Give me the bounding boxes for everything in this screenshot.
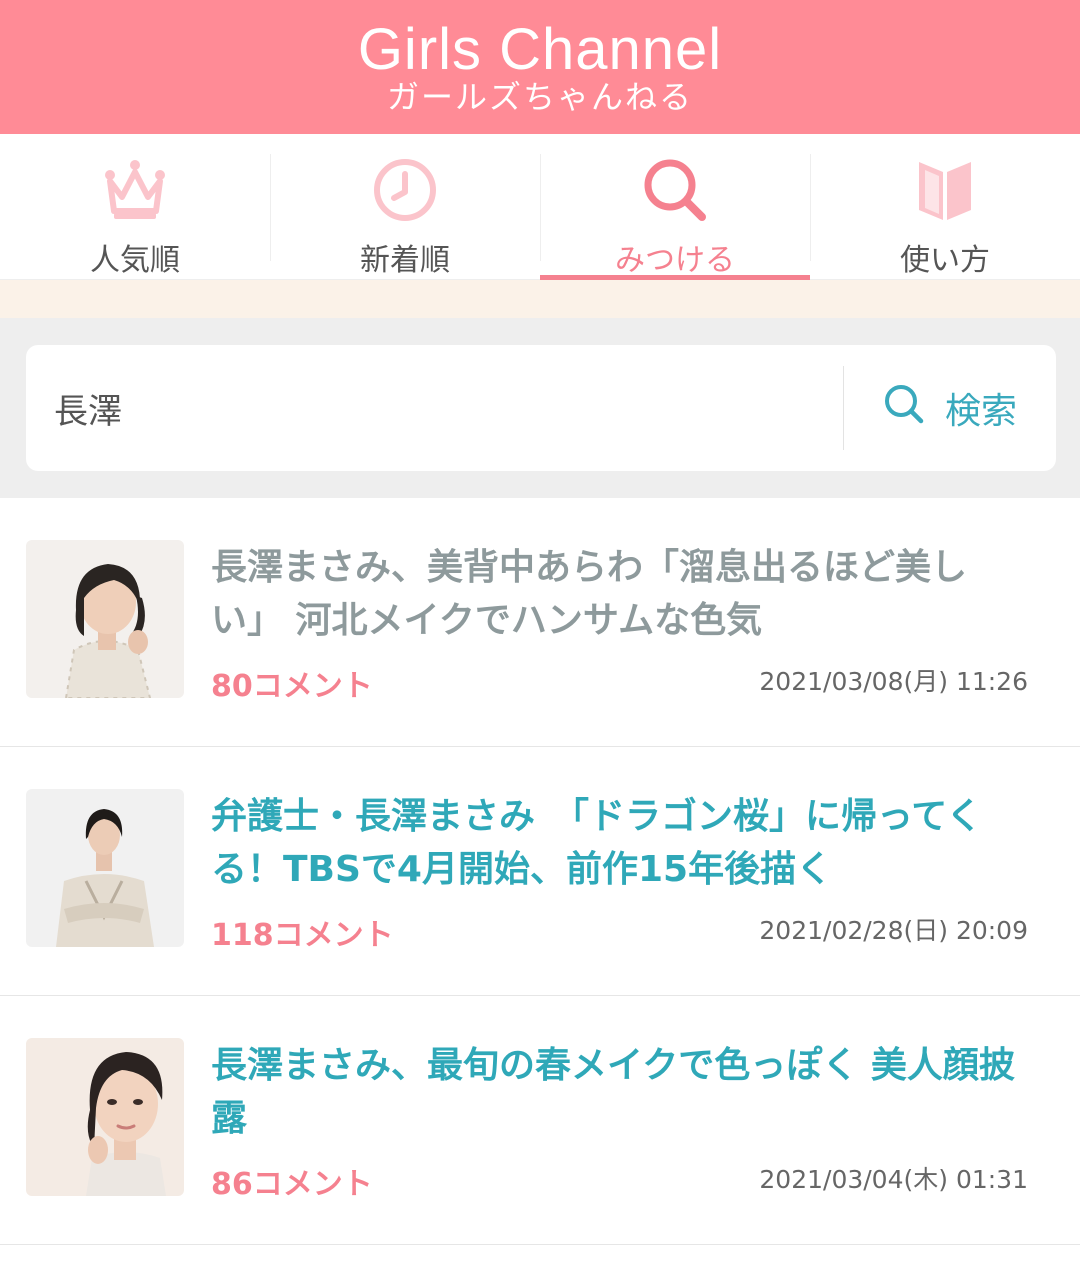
list-item[interactable]: 長澤まさみ、最旬の春メイクで色っぽく 美人顔披露 86コメント 2021/03/…: [0, 996, 1080, 1245]
search-icon: [639, 154, 711, 225]
book-icon: [909, 154, 981, 225]
tab-bar: 人気順 新着順 みつける 使い方: [0, 134, 1080, 280]
app-header: Girls Channel ガールズちゃんねる: [0, 0, 1080, 134]
topic-title[interactable]: 弁護士・長澤まさみ 「ドラゴン桜」に帰ってくる！TBSで4月開始、前作15年後描…: [211, 790, 1031, 896]
search-section: 検索: [0, 318, 1080, 498]
topic-title[interactable]: 長澤まさみ、美背中あらわ「溜息出るほど美しい」 河北メイクでハンサムな色気: [211, 541, 1031, 647]
tab-label: みつける: [615, 243, 735, 278]
list-item[interactable]: 長澤まさみ、美背中あらわ「溜息出るほど美しい」 河北メイクでハンサムな色気 80…: [0, 498, 1080, 747]
thumbnail-image[interactable]: [26, 540, 184, 698]
search-box: 検索: [26, 345, 1056, 471]
thumbnail-image[interactable]: [26, 789, 184, 947]
search-button[interactable]: 検索: [844, 345, 1056, 471]
tab-label: 人気順: [90, 243, 180, 278]
topic-date: 2021/03/08(月) 11:26: [759, 667, 1028, 696]
list-item[interactable]: 弁護士・長澤まさみ 「ドラゴン桜」に帰ってくる！TBSで4月開始、前作15年後描…: [0, 747, 1080, 996]
clock-icon: [369, 154, 441, 225]
crown-icon: [99, 154, 171, 225]
tab-find[interactable]: みつける: [540, 134, 810, 280]
thumbnail-image[interactable]: [26, 1038, 184, 1196]
separator-band: [0, 280, 1080, 318]
tab-how-to[interactable]: 使い方: [810, 134, 1080, 279]
tab-popular[interactable]: 人気順: [0, 134, 270, 279]
tab-newest[interactable]: 新着順: [270, 134, 540, 279]
search-button-label: 検索: [944, 391, 1017, 432]
search-input[interactable]: [26, 345, 843, 471]
logo-japanese[interactable]: ガールズちゃんねる: [387, 79, 693, 115]
tab-label: 新着順: [360, 243, 450, 278]
topic-date: 2021/02/28(日) 20:09: [759, 916, 1028, 945]
tab-label: 使い方: [900, 243, 990, 278]
topic-title[interactable]: 長澤まさみ、最旬の春メイクで色っぽく 美人顔披露: [211, 1039, 1031, 1145]
logo-english[interactable]: Girls Channel: [358, 19, 722, 81]
topic-list: 長澤まさみ、美背中あらわ「溜息出るほど美しい」 河北メイクでハンサムな色気 80…: [0, 498, 1080, 1245]
search-icon: [883, 383, 925, 434]
topic-date: 2021/03/04(木) 01:31: [759, 1165, 1028, 1194]
